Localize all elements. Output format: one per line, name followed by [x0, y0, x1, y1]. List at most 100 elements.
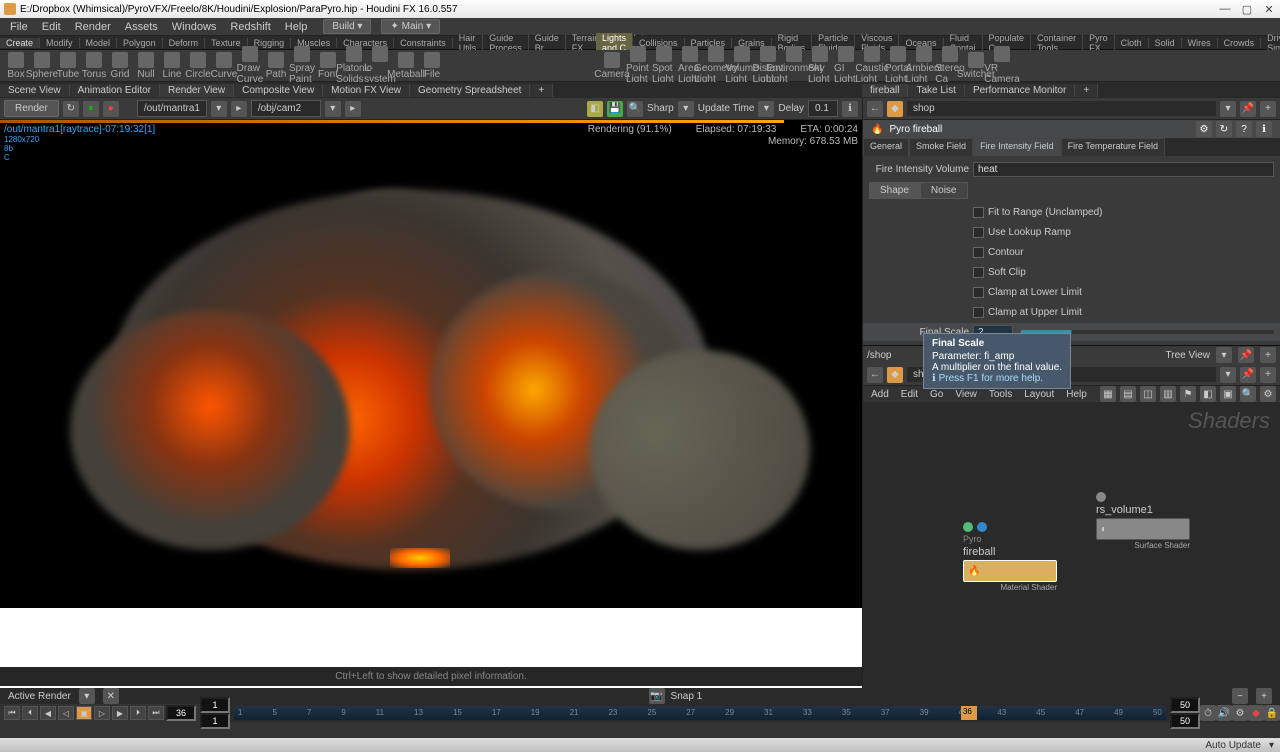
- prev-keyframe-button[interactable]: ⏴: [22, 706, 38, 720]
- stop-icon[interactable]: ●: [103, 101, 119, 117]
- fire-intensity-volume-input[interactable]: [973, 162, 1274, 177]
- shelf-tab[interactable]: Crowds: [1218, 38, 1262, 48]
- back-icon[interactable]: ←: [867, 101, 883, 117]
- tool-torus[interactable]: Torus: [82, 52, 106, 80]
- checkbox-clamp-upper[interactable]: [973, 307, 984, 318]
- first-frame-button[interactable]: ⏮: [4, 706, 20, 720]
- tool-null[interactable]: Null: [134, 52, 158, 80]
- chevron-down-icon[interactable]: ▾: [1220, 367, 1236, 383]
- pin-icon[interactable]: 📌: [1240, 367, 1256, 383]
- menu-help[interactable]: Help: [279, 20, 314, 34]
- tool-circle[interactable]: Circle: [186, 52, 210, 80]
- sub-tab-shape[interactable]: Shape: [869, 182, 920, 199]
- tool-causticlight[interactable]: Caustic Light: [860, 46, 884, 85]
- chevron-down-icon[interactable]: ▾: [325, 101, 341, 117]
- chevron-down-icon[interactable]: ▾: [79, 688, 95, 704]
- lock-icon[interactable]: 🔒: [1264, 705, 1280, 721]
- back-icon[interactable]: ←: [867, 367, 883, 383]
- tool-ambientlight[interactable]: Ambient Light: [912, 46, 936, 85]
- step-forward-button[interactable]: ▶: [112, 706, 128, 720]
- current-frame-field[interactable]: [166, 705, 196, 721]
- camera-path-field[interactable]: /obj/cam2: [251, 100, 321, 117]
- network-canvas[interactable]: Shaders rs_volume1 ◐ Surface Shader Pyro…: [863, 402, 1280, 688]
- tool-grid[interactable]: Grid: [108, 52, 132, 80]
- help-icon[interactable]: ?: [1236, 121, 1252, 137]
- snapshot-icon[interactable]: ◧: [587, 101, 603, 117]
- close-button[interactable]: ✕: [1262, 3, 1276, 16]
- shelf-tab[interactable]: Constraints: [394, 38, 453, 48]
- timeline[interactable]: 1579111315171921232527293133353739414345…: [200, 704, 1280, 722]
- camera-icon[interactable]: 📷: [649, 688, 665, 704]
- checkbox-soft-clip[interactable]: [973, 267, 984, 278]
- timeline-track[interactable]: 1579111315171921232527293133353739414345…: [234, 706, 1166, 720]
- menu-render[interactable]: Render: [69, 20, 117, 34]
- net-menu-help[interactable]: Help: [1062, 389, 1091, 400]
- goto-rop-icon[interactable]: ▸: [231, 101, 247, 117]
- plus-icon[interactable]: +: [1260, 347, 1276, 363]
- tab-performance-monitor[interactable]: Performance Monitor: [965, 84, 1075, 97]
- tool-file[interactable]: File: [420, 52, 444, 80]
- radial-main-button[interactable]: ✦ Main ▾: [381, 19, 440, 34]
- tool-tube[interactable]: Tube: [56, 52, 80, 80]
- param-tab-general[interactable]: General: [863, 138, 909, 156]
- tool-metaball[interactable]: Metaball: [394, 52, 418, 80]
- tool-path[interactable]: Path: [264, 52, 288, 80]
- gear-icon[interactable]: ⚙: [1196, 121, 1212, 137]
- render-view[interactable]: /out/mantra1[raytrace]-07:19:32[1] 1280x…: [0, 120, 862, 688]
- keyframe-icon[interactable]: ◆: [1248, 705, 1264, 721]
- net-icon[interactable]: ⚙: [1260, 386, 1276, 402]
- menu-edit[interactable]: Edit: [36, 20, 67, 34]
- chevron-down-icon[interactable]: ▾: [758, 101, 774, 117]
- node-fireball[interactable]: Pyro fireball 🔥 Material Shader: [963, 522, 1057, 592]
- tool-envlight[interactable]: Environment Light: [782, 46, 806, 85]
- tree-view-label[interactable]: Tree View: [1166, 350, 1210, 361]
- tool-camera[interactable]: Camera: [600, 52, 624, 80]
- desktop-build-button[interactable]: Build ▾: [323, 19, 371, 34]
- tab-animation-editor[interactable]: Animation Editor: [70, 84, 160, 97]
- checkbox-contour[interactable]: [973, 247, 984, 258]
- net-menu-tools[interactable]: Tools: [985, 389, 1016, 400]
- net-menu-add[interactable]: Add: [867, 389, 893, 400]
- tool-vrcamera[interactable]: VR Camera: [990, 46, 1014, 85]
- tool-sphere[interactable]: Sphere: [30, 52, 54, 80]
- net-icon[interactable]: 🔍: [1240, 386, 1256, 402]
- render-flag-icon[interactable]: [977, 522, 987, 532]
- tab-motion-fx[interactable]: Motion FX View: [323, 84, 410, 97]
- houdini-icon[interactable]: ◆: [887, 101, 903, 117]
- net-menu-view[interactable]: View: [951, 389, 981, 400]
- tool-line[interactable]: Line: [160, 52, 184, 80]
- shelf-tab[interactable]: Wires: [1182, 38, 1218, 48]
- save-render-icon[interactable]: 💾: [607, 101, 623, 117]
- net-menu-layout[interactable]: Layout: [1020, 389, 1058, 400]
- sub-tab-noise[interactable]: Noise: [920, 182, 968, 199]
- plus-icon[interactable]: +: [1256, 688, 1272, 704]
- shelf-tab[interactable]: Model: [80, 38, 118, 48]
- param-tab-fire-intensity[interactable]: Fire Intensity Field: [973, 138, 1061, 156]
- play-button[interactable]: ▣: [76, 706, 92, 720]
- audio-icon[interactable]: 🔊: [1216, 705, 1232, 721]
- tool-skylight[interactable]: Sky Light: [808, 46, 832, 85]
- param-tab-fire-temp[interactable]: Fire Temperature Field: [1061, 138, 1165, 156]
- delay-field[interactable]: 0.1: [808, 100, 838, 117]
- chevron-down-icon[interactable]: ▾: [1220, 101, 1236, 117]
- info-icon[interactable]: ℹ: [1256, 121, 1272, 137]
- chevron-down-icon[interactable]: ▾: [1269, 740, 1274, 751]
- menu-file[interactable]: File: [4, 20, 34, 34]
- net-menu-go[interactable]: Go: [926, 389, 947, 400]
- tool-volumelight[interactable]: Volume Light: [730, 46, 754, 85]
- tab-scene-view[interactable]: Scene View: [0, 84, 70, 97]
- checkbox-fit-range[interactable]: [973, 207, 984, 218]
- shelf-tab[interactable]: Create: [0, 38, 40, 48]
- net-icon[interactable]: ⚑: [1180, 386, 1196, 402]
- net-icon[interactable]: ▣: [1220, 386, 1236, 402]
- end-frame-field[interactable]: [1170, 697, 1200, 713]
- net-icon[interactable]: ▥: [1160, 386, 1176, 402]
- timeline-playhead[interactable]: 36: [961, 706, 977, 720]
- param-tab-smoke[interactable]: Smoke Field: [909, 138, 973, 156]
- node-rs-volume1[interactable]: rs_volume1 ◐ Surface Shader: [1096, 492, 1190, 550]
- net-icon[interactable]: ▦: [1100, 386, 1116, 402]
- houdini-icon[interactable]: ◆: [887, 367, 903, 383]
- param-context-path[interactable]: shop: [907, 101, 1216, 116]
- chevron-down-icon[interactable]: ▾: [211, 101, 227, 117]
- shelf-tab[interactable]: Cloth: [1115, 38, 1149, 48]
